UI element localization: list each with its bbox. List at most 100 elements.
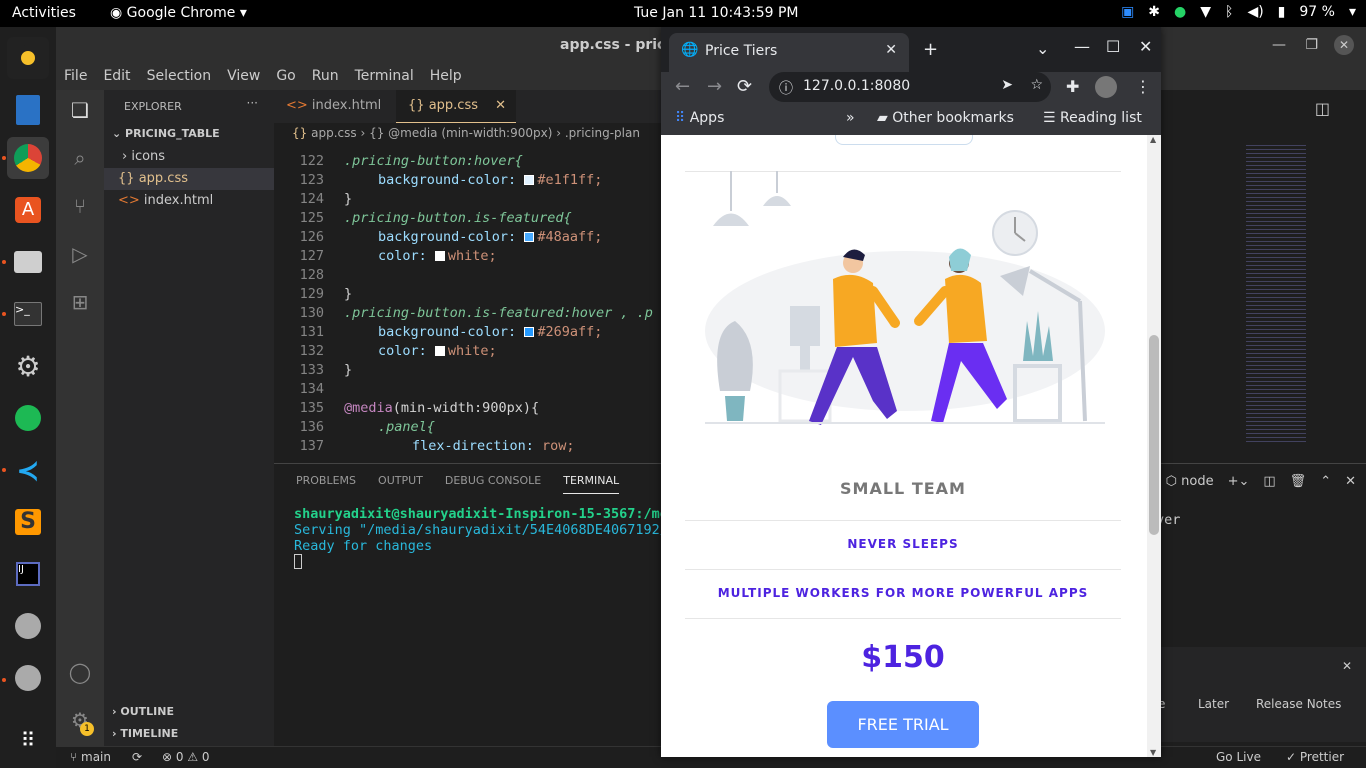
vscode-icon[interactable]: ≺: [7, 449, 49, 491]
tab-terminal[interactable]: TERMINAL: [563, 474, 620, 494]
browser-tab[interactable]: 🌐 Price Tiers ✕: [669, 33, 909, 72]
menu-selection[interactable]: Selection: [139, 64, 220, 90]
address-bar[interactable]: ⓘ 127.0.0.1:8080 ➤ ☆: [769, 72, 1051, 102]
battery-icon[interactable]: ▮: [1278, 4, 1286, 20]
disk-icon-2[interactable]: [7, 657, 49, 699]
restore-icon[interactable]: ❐: [1305, 37, 1318, 53]
show-apps-icon[interactable]: ⠿: [7, 719, 49, 761]
writer-icon[interactable]: [7, 89, 49, 131]
zoom-icon[interactable]: ▣: [1121, 4, 1134, 20]
terminal-icon[interactable]: >_: [7, 293, 49, 335]
send-icon[interactable]: ➤: [1001, 77, 1013, 93]
tab-index-html[interactable]: <> index.html: [274, 90, 393, 123]
maximize-panel-icon[interactable]: ⌃: [1320, 474, 1331, 489]
new-terminal-icon[interactable]: +⌄: [1228, 474, 1250, 489]
activities-button[interactable]: Activities: [12, 5, 76, 21]
page-scrollbar[interactable]: ▲ ▼: [1147, 135, 1161, 757]
minimap[interactable]: [1236, 145, 1346, 463]
sync-icon[interactable]: ⟳: [132, 750, 142, 764]
code-editor[interactable]: 122 .pricing-button:hover{ 123 backgroun…: [274, 145, 661, 463]
whatsapp-icon[interactable]: ●: [1174, 4, 1186, 20]
minimize-icon[interactable]: —: [1272, 37, 1286, 53]
go-live-button[interactable]: Go Live: [1216, 750, 1261, 764]
color-swatch[interactable]: [524, 232, 535, 242]
branch-status[interactable]: ⑂ main: [70, 750, 111, 764]
prettier-status[interactable]: ✓ Prettier: [1286, 750, 1344, 764]
system-tray[interactable]: ▣ ✱ ● ▼ ᛒ ◀) ▮ 97 % ▾: [1121, 4, 1356, 20]
menu-run[interactable]: Run: [304, 64, 347, 90]
apps-bookmark[interactable]: ⠿ Apps: [675, 110, 724, 126]
source-control-icon[interactable]: ⑂: [66, 194, 94, 222]
search-icon[interactable]: ⌕: [66, 146, 94, 174]
reading-list[interactable]: ☰ Reading list: [1043, 110, 1142, 126]
chrome-menu-icon[interactable]: ⋮: [1135, 77, 1151, 96]
sublime-icon[interactable]: S: [7, 501, 49, 543]
file-index-html[interactable]: <> index.html: [104, 190, 274, 212]
tab-search-icon[interactable]: ⌄: [1036, 39, 1049, 58]
volume-icon[interactable]: ◀): [1247, 4, 1263, 20]
back-icon[interactable]: ←: [675, 76, 690, 97]
slack-icon[interactable]: ✱: [1148, 4, 1160, 20]
chrome-dock-icon[interactable]: [7, 137, 49, 179]
breadcrumb-file[interactable]: app.css: [311, 126, 357, 140]
bookmark-star-icon[interactable]: ☆: [1030, 77, 1043, 93]
close-icon[interactable]: ✕: [1334, 35, 1354, 55]
bluetooth-icon[interactable]: ᛒ: [1225, 4, 1233, 20]
info-icon[interactable]: ⓘ: [779, 78, 793, 98]
menu-terminal[interactable]: Terminal: [347, 64, 422, 90]
tab-debug-console[interactable]: DEBUG CONSOLE: [445, 474, 541, 494]
tab-output[interactable]: OUTPUT: [378, 474, 423, 494]
timeline-section[interactable]: › TIMELINE: [104, 724, 274, 746]
later-button[interactable]: Later: [1198, 697, 1229, 711]
split-editor-icon[interactable]: ◫: [1315, 99, 1330, 118]
files-icon[interactable]: [7, 241, 49, 283]
software-center-icon[interactable]: A: [7, 189, 49, 231]
run-debug-icon[interactable]: ▷: [66, 242, 94, 270]
app-menu[interactable]: ◉ Google Chrome ▾: [110, 5, 247, 21]
file-app-css[interactable]: {} app.css: [104, 168, 274, 190]
minimize-icon[interactable]: —: [1074, 37, 1090, 56]
maximize-icon[interactable]: ☐: [1106, 37, 1120, 56]
folder-icons[interactable]: › icons: [104, 146, 274, 168]
disk-icon[interactable]: [7, 605, 49, 647]
menu-view[interactable]: View: [219, 64, 268, 90]
avatar[interactable]: [1095, 76, 1117, 98]
outline-section[interactable]: › OUTLINE: [104, 702, 274, 724]
menu-help[interactable]: Help: [422, 64, 470, 90]
tab-close-icon[interactable]: ✕: [885, 42, 897, 58]
intellij-icon[interactable]: IJ: [7, 553, 49, 595]
other-bookmarks[interactable]: ▰ Other bookmarks: [877, 110, 1014, 126]
wifi-icon[interactable]: ▼: [1200, 4, 1211, 20]
forward-icon[interactable]: →: [707, 76, 722, 97]
bookmarks-overflow-icon[interactable]: »: [846, 110, 855, 126]
menu-edit[interactable]: Edit: [95, 64, 138, 90]
spotify-icon[interactable]: [7, 397, 49, 439]
color-swatch[interactable]: [434, 346, 445, 356]
tab-close-icon[interactable]: ✕: [495, 98, 506, 113]
scroll-down-icon[interactable]: ▼: [1150, 748, 1156, 757]
new-tab-icon[interactable]: +: [923, 39, 938, 60]
extensions-icon[interactable]: ✚: [1066, 77, 1079, 96]
terminal-output[interactable]: shauryadixit@shauryadixit-Inspiron-15-35…: [294, 506, 668, 569]
release-notes-button[interactable]: Release Notes: [1256, 697, 1341, 711]
split-terminal-icon[interactable]: ◫: [1263, 474, 1275, 489]
extensions-icon[interactable]: ⊞: [66, 290, 94, 318]
close-icon[interactable]: ✕: [1342, 659, 1352, 673]
close-icon[interactable]: ✕: [1139, 37, 1152, 56]
explorer-icon[interactable]: ❏: [66, 98, 94, 126]
clock[interactable]: Tue Jan 11 10:43:59 PM: [634, 5, 799, 21]
close-panel-icon[interactable]: ✕: [1345, 474, 1356, 489]
trash-icon[interactable]: 🗑: [1290, 474, 1307, 489]
explorer-more-icon[interactable]: ···: [247, 96, 258, 110]
breadcrumb-rule[interactable]: .pricing-plan: [565, 126, 640, 140]
free-trial-button[interactable]: FREE TRIAL: [827, 701, 979, 748]
terminal-shell-icon[interactable]: ⬡ node: [1166, 474, 1214, 489]
scroll-up-icon[interactable]: ▲: [1150, 135, 1156, 144]
breadcrumb-media[interactable]: {} @media (min-width:900px): [369, 126, 552, 140]
color-swatch[interactable]: [434, 251, 445, 261]
tab-app-css[interactable]: {} app.css ✕: [396, 90, 516, 123]
rhythmbox-icon[interactable]: [7, 37, 49, 79]
color-swatch[interactable]: [524, 175, 535, 185]
reload-icon[interactable]: ⟳: [737, 76, 752, 97]
settings-icon[interactable]: ⚙: [7, 345, 49, 387]
